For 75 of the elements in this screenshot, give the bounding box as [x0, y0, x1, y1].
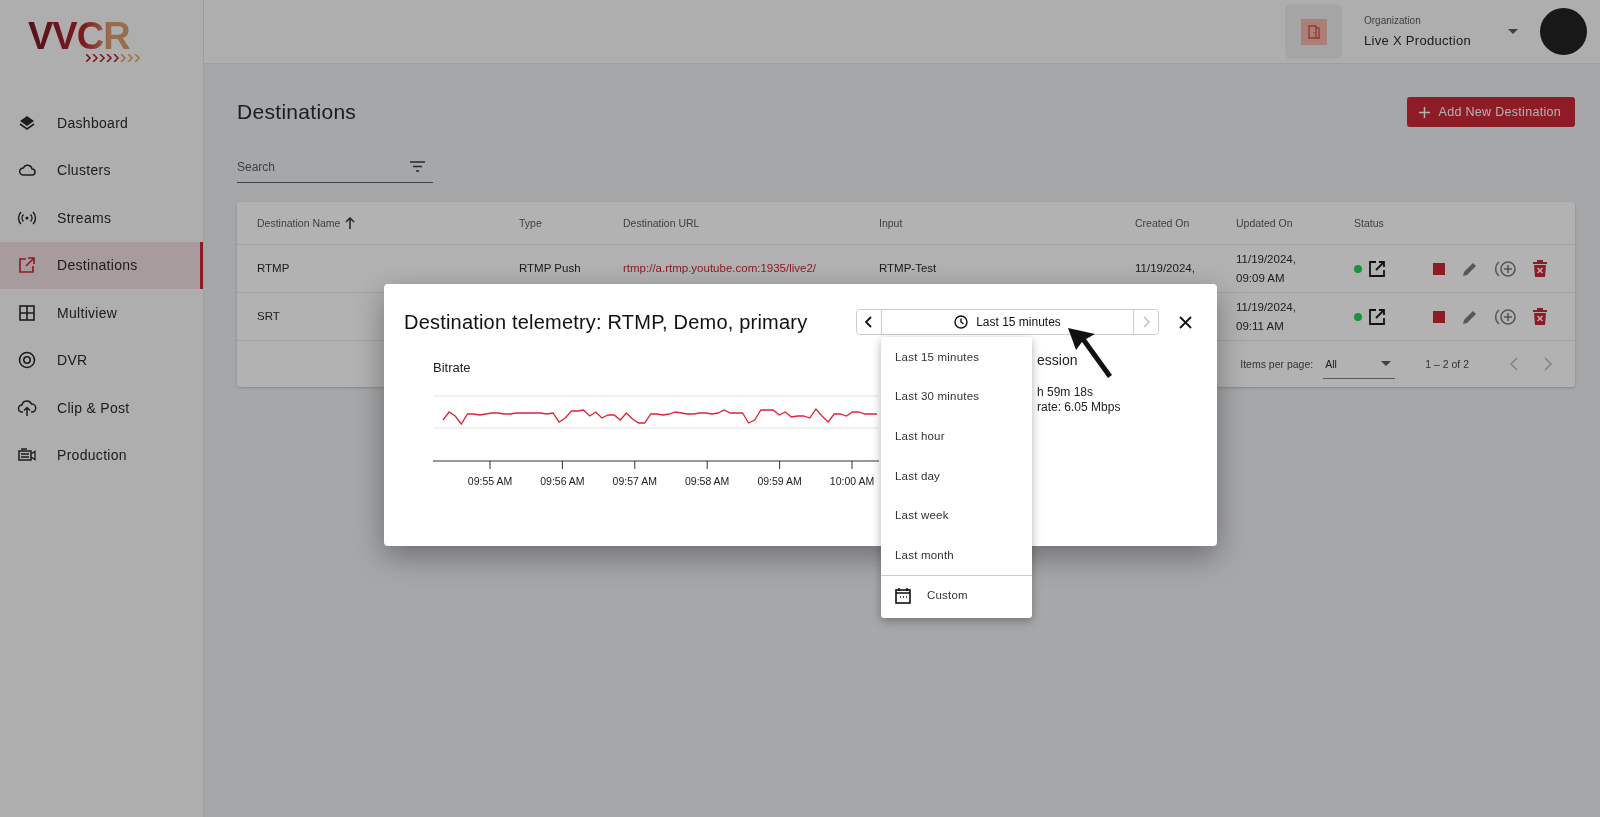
axis-tick-label: 09:56 AM: [540, 475, 585, 487]
door-icon: [1306, 24, 1321, 39]
nav-item[interactable]: DVR: [0, 336, 203, 384]
nav-item[interactable]: Clusters: [0, 146, 203, 194]
nav-item[interactable]: Production: [0, 431, 203, 479]
stop-icon[interactable]: [1433, 310, 1445, 323]
add-circle-icon[interactable]: [1495, 259, 1517, 278]
nav-item[interactable]: Dashboard: [0, 99, 203, 147]
menu-item[interactable]: Custom: [881, 574, 1032, 616]
column-header[interactable]: Status: [1354, 217, 1384, 229]
page-title: Destinations: [237, 100, 357, 124]
external-link-icon: [17, 255, 37, 276]
session-detail: rate: 6.05 Mbps: [1037, 400, 1121, 415]
table-cell-text: 11/19/2024, 09:09 AM: [1236, 251, 1296, 286]
items-per-page-select[interactable]: All: [1323, 349, 1396, 379]
nav-item[interactable]: Streams: [0, 194, 203, 242]
section-heading: ession: [1037, 352, 1079, 368]
close-icon[interactable]: [1179, 315, 1192, 329]
axis-tick-label: 09:58 AM: [685, 475, 730, 487]
organization-icon-tile[interactable]: [1285, 4, 1342, 59]
column-header[interactable]: Updated On: [1236, 217, 1293, 229]
nav-item[interactable]: Destinations: [0, 241, 203, 289]
column-header[interactable]: Destination URL: [623, 217, 700, 229]
calendar-icon: [895, 586, 911, 604]
axis-tick-label: 09:59 AM: [757, 475, 802, 487]
table-cell-text: RTMP: [257, 261, 290, 276]
menu-item[interactable]: Last 15 minutes: [881, 337, 1032, 377]
nav-item[interactable]: Clip & Post: [0, 384, 203, 432]
dropdown-caret-icon[interactable]: [1508, 29, 1518, 34]
delete-icon[interactable]: [1533, 260, 1547, 277]
plus-icon: [1418, 106, 1430, 118]
page-range: 1 – 2 of 2: [1425, 358, 1469, 370]
column-header[interactable]: Type: [519, 217, 542, 229]
open-external-icon[interactable]: [1368, 259, 1386, 278]
column-header[interactable]: Input: [879, 217, 903, 229]
table-cell-text: SRT: [257, 309, 280, 324]
axis-tick-label: 09:55 AM: [467, 475, 513, 487]
menu-item[interactable]: Last day: [881, 455, 1032, 496]
chevron-left-icon: [865, 316, 873, 328]
sort-arrow-icon: [345, 217, 356, 229]
avatar[interactable]: [1540, 8, 1587, 55]
chart-title: Bitrate: [433, 360, 472, 375]
open-external-icon[interactable]: [1368, 307, 1386, 326]
previous-range-button[interactable]: [857, 310, 882, 334]
delete-icon[interactable]: [1533, 308, 1547, 325]
column-header[interactable]: Destination Name: [257, 217, 356, 229]
add-circle-icon[interactable]: [1495, 307, 1517, 326]
cloud-upload-icon: [17, 397, 37, 418]
menu-item[interactable]: Last hour: [881, 416, 1032, 456]
search-field[interactable]: Search: [237, 159, 387, 174]
menu-item[interactable]: Last 30 minutes: [881, 376, 1032, 417]
dialog-title: Destination telemetry: RTMP, Demo, primary: [404, 310, 809, 334]
chevron-right-icon: [1142, 316, 1150, 328]
table-cell-text: RTMP Push: [519, 261, 581, 276]
organization-label: Organization: [1364, 15, 1422, 26]
table-cell-text: RTMP-Test: [879, 261, 937, 276]
table-cell-text: 11/19/2024,: [1135, 261, 1195, 276]
items-per-page-label: Items per page:: [1240, 358, 1314, 370]
filter-icon[interactable]: [410, 161, 425, 172]
menu-item[interactable]: Last week: [881, 495, 1032, 535]
stop-icon[interactable]: [1433, 262, 1445, 275]
organization-select[interactable]: Live X Production: [1364, 33, 1486, 48]
table-cell-text: 11/19/2024, 09:11 AM: [1236, 299, 1296, 334]
clock-icon: [954, 315, 969, 329]
nav-item[interactable]: Multiview: [0, 289, 203, 337]
dropdown-caret-icon: [1381, 361, 1392, 366]
disc-icon: [17, 350, 37, 371]
grid-icon: [17, 302, 37, 323]
add-destination-button[interactable]: Add New Destination: [1406, 97, 1575, 127]
column-header[interactable]: Created On: [1135, 217, 1190, 229]
url-link[interactable]: rtmp://a.rtmp.youtube.com:1935/live2/: [623, 259, 817, 278]
axis-tick-label: 09:57 AM: [612, 475, 657, 487]
session-detail: h 59m 18s: [1037, 385, 1095, 400]
menu-item[interactable]: Last month: [881, 534, 1032, 575]
axis-tick-label: 10:00 AM: [829, 475, 875, 487]
